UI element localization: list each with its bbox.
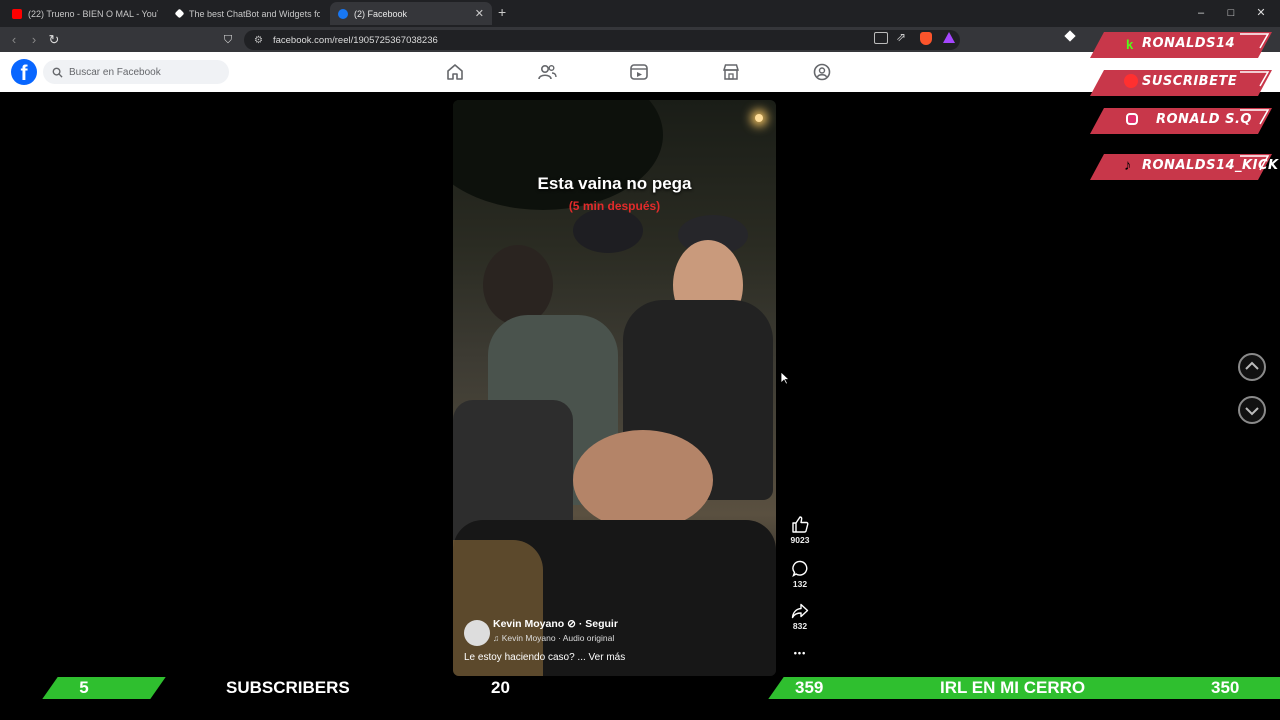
youtube-icon [12, 8, 22, 19]
close-window-button[interactable]: ✕ [1246, 4, 1276, 22]
more-options-icon[interactable]: ••• [786, 648, 814, 658]
banner-text: RONALD S.Q [1156, 112, 1252, 127]
street-light [755, 114, 763, 122]
subs-current: 5 [79, 678, 89, 697]
close-tab-icon[interactable]: ✕ [475, 7, 484, 20]
person-head [483, 245, 553, 325]
comment-count: 132 [792, 579, 808, 589]
banner-text: RONALDS14_KICK [1142, 158, 1279, 173]
tab-title: The best ChatBot and Widgets for Ki [189, 8, 320, 19]
minimize-button[interactable]: – [1186, 4, 1216, 22]
bookmark-icon[interactable]: ⛉ [218, 30, 238, 50]
next-reel-button[interactable] [1238, 396, 1266, 424]
facebook-favicon-icon [338, 8, 348, 19]
person-cap [573, 208, 643, 253]
subs-goal: 20 [491, 678, 510, 697]
reel-video[interactable]: Esta vaina no pega (5 min después) Kevin… [453, 100, 776, 676]
share-button[interactable]: 832 [786, 603, 814, 631]
like-icon [792, 516, 809, 533]
marketplace-icon[interactable] [720, 62, 742, 82]
url-text: facebook.com/reel/1905725367038236 [272, 34, 438, 46]
new-tab-button[interactable]: + [498, 4, 506, 20]
author-line: Kevin Moyano ⊘ · Seguir [493, 618, 618, 630]
reel-caption[interactable]: Le estoy haciendo caso? ... Ver más [464, 652, 625, 663]
facebook-logo[interactable]: f [11, 59, 37, 85]
audio-line[interactable]: ♫ Kevin Moyano · Audio original [493, 633, 614, 643]
author-name[interactable]: Kevin Moyano [493, 618, 564, 630]
overlay-banner-tiktok: ♪ RONALDS14_KICK [1090, 154, 1278, 180]
previous-reel-button[interactable] [1238, 353, 1266, 381]
share-icon[interactable]: ⇗ [896, 30, 906, 44]
tab-chatbot[interactable]: The best ChatBot and Widgets for Ki [168, 2, 328, 25]
banner-text: RONALDS14 [1142, 36, 1236, 51]
site-info-icon[interactable]: ⚙ [254, 35, 263, 46]
video-icon[interactable] [628, 62, 650, 82]
instagram-icon [1126, 113, 1138, 125]
irl-label: IRL EN MI CERRO [940, 678, 1086, 697]
home-icon[interactable] [444, 62, 466, 82]
address-bar-row: ‹ › ↻ ⛉ ⚙ facebook.com/reel/190572536703… [0, 27, 1280, 52]
maximize-button[interactable]: □ [1216, 4, 1246, 22]
search-icon [52, 67, 63, 78]
tab-youtube[interactable]: (22) Trueno - BIEN O MAL - YouT [4, 2, 166, 25]
bell-icon [1124, 74, 1138, 88]
cast-icon[interactable] [874, 32, 888, 44]
facebook-search[interactable]: Buscar en Facebook [43, 60, 229, 84]
botrix-icon [174, 8, 185, 19]
reel-overlay-subtitle: (5 min después) [568, 199, 661, 213]
forward-icon[interactable]: › [24, 30, 44, 50]
person-legs [573, 430, 713, 530]
subs-label: SUBSCRIBERS [226, 678, 350, 697]
comment-button[interactable]: 132 [786, 560, 814, 589]
reload-icon[interactable]: ↻ [44, 30, 64, 50]
tab-title: (22) Trueno - BIEN O MAL - YouT [28, 8, 158, 19]
kick-icon: k [1126, 37, 1134, 52]
back-icon[interactable]: ‹ [4, 30, 24, 50]
tab-facebook[interactable]: (2) Facebook ✕ [330, 2, 492, 25]
brave-shield-icon[interactable] [920, 32, 932, 45]
audio-label: Kevin Moyano · Audio original [501, 633, 615, 643]
overlay-banner-kick: k RONALDS14 [1090, 32, 1272, 58]
overlay-banner-subscribe: SUSCRIBETE [1090, 70, 1272, 96]
share-count: 832 [792, 621, 808, 631]
url-field[interactable]: ⚙ facebook.com/reel/1905725367038236 [244, 30, 960, 50]
comment-icon [791, 560, 807, 577]
friends-icon[interactable] [536, 62, 558, 82]
overlay-banner-instagram: RONALD S.Q [1090, 108, 1272, 134]
search-placeholder: Buscar en Facebook [69, 66, 161, 78]
author-avatar[interactable] [464, 620, 490, 646]
like-count: 9023 [790, 535, 810, 545]
chevron-down-icon [1245, 407, 1259, 416]
irl-left-value: 359 [795, 678, 824, 697]
brave-rewards-icon[interactable] [943, 32, 955, 43]
irl-right-value: 350 [1211, 678, 1240, 697]
banner-text: SUSCRIBETE [1142, 74, 1238, 89]
music-note-icon: ♫ [493, 633, 500, 643]
extension-icon[interactable] [1064, 30, 1076, 42]
tiktok-icon: ♪ [1124, 157, 1132, 174]
like-button[interactable]: 9023 [786, 516, 814, 545]
groups-icon[interactable] [811, 62, 833, 82]
tab-title: (2) Facebook [354, 8, 408, 19]
mouse-cursor-icon [780, 371, 790, 385]
follow-link[interactable]: · Seguir [579, 618, 618, 630]
browser-tab-bar: (22) Trueno - BIEN O MAL - YouT The best… [0, 0, 1280, 27]
verified-icon: ⊘ [567, 618, 576, 630]
reel-author-info: Kevin Moyano ⊘ · Seguir ♫ Kevin Moyano ·… [464, 618, 764, 676]
share-arrow-icon [791, 603, 809, 619]
chevron-up-icon [1245, 361, 1259, 370]
reel-overlay-title: Esta vaina no pega [537, 174, 692, 193]
